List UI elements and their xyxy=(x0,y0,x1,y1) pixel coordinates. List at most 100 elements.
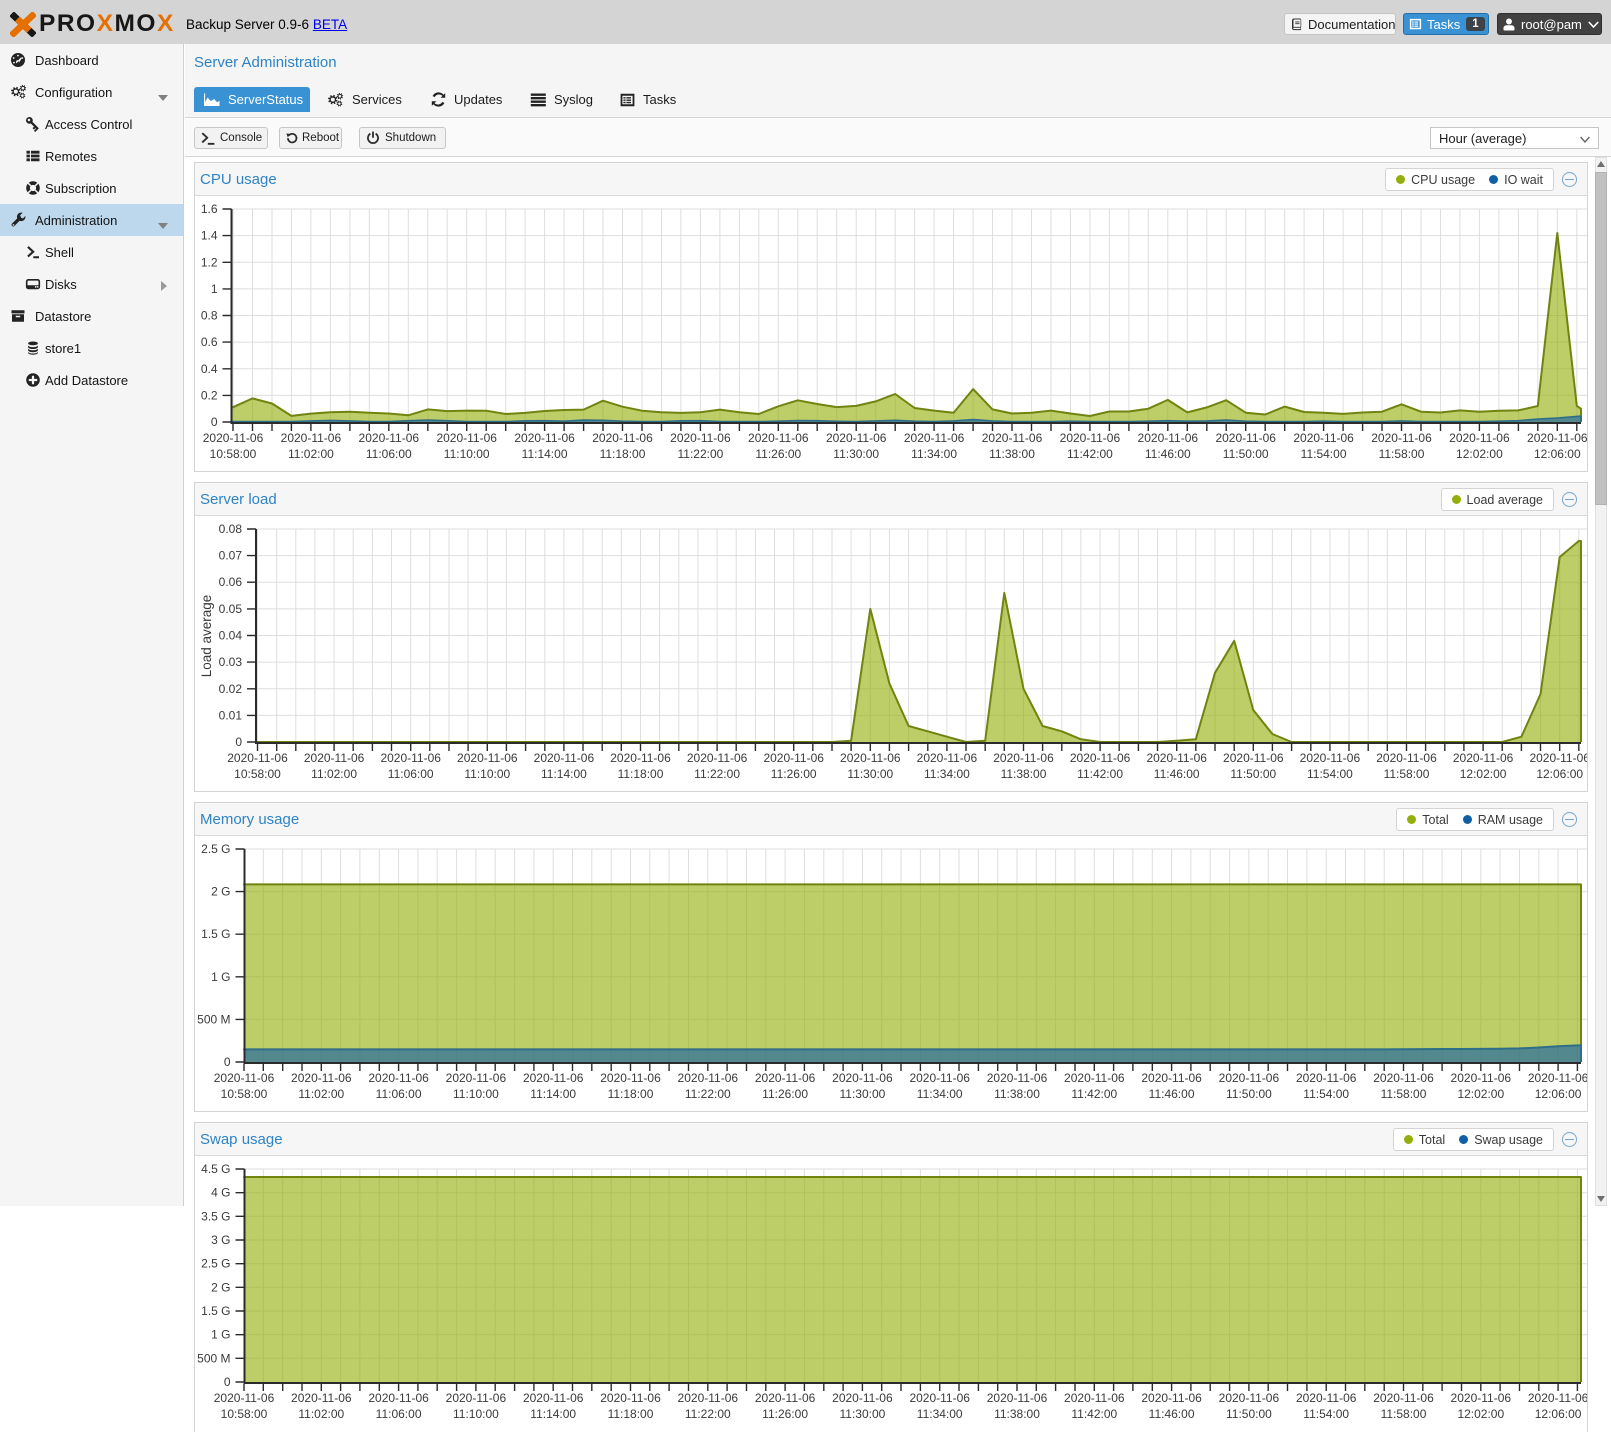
svg-text:2020-11-06: 2020-11-06 xyxy=(1449,431,1510,445)
svg-text:11:26:00: 11:26:00 xyxy=(771,767,817,781)
svg-text:1.6: 1.6 xyxy=(201,202,218,216)
svg-text:2020-11-06: 2020-11-06 xyxy=(291,1071,352,1085)
svg-text:Load average: Load average xyxy=(199,595,214,678)
svg-text:11:54:00: 11:54:00 xyxy=(1301,447,1347,461)
svg-text:2020-11-06: 2020-11-06 xyxy=(446,1391,507,1405)
svg-text:2020-11-06: 2020-11-06 xyxy=(600,1391,661,1405)
svg-text:1.4: 1.4 xyxy=(201,229,218,243)
svg-text:11:46:00: 11:46:00 xyxy=(1145,447,1191,461)
svg-text:3.5 G: 3.5 G xyxy=(201,1209,230,1223)
svg-text:11:18:00: 11:18:00 xyxy=(608,1407,654,1421)
svg-text:11:14:00: 11:14:00 xyxy=(530,1087,576,1101)
svg-text:1.5 G: 1.5 G xyxy=(201,1304,230,1318)
svg-text:2020-11-06: 2020-11-06 xyxy=(1215,431,1276,445)
svg-text:2020-11-06: 2020-11-06 xyxy=(1064,1071,1125,1085)
svg-text:11:06:00: 11:06:00 xyxy=(366,447,412,461)
svg-text:12:06:00: 12:06:00 xyxy=(1534,447,1581,461)
svg-text:2020-11-06: 2020-11-06 xyxy=(670,431,731,445)
svg-text:12:06:00: 12:06:00 xyxy=(1536,767,1583,781)
svg-text:1 G: 1 G xyxy=(211,1328,230,1342)
svg-text:0.03: 0.03 xyxy=(219,655,243,669)
svg-text:2020-11-06: 2020-11-06 xyxy=(1293,431,1354,445)
svg-text:12:02:00: 12:02:00 xyxy=(1456,447,1503,461)
svg-text:2020-11-06: 2020-11-06 xyxy=(1371,431,1432,445)
svg-text:2020-11-06: 2020-11-06 xyxy=(1453,751,1514,765)
svg-text:0: 0 xyxy=(224,1375,231,1389)
svg-text:11:38:00: 11:38:00 xyxy=(994,1087,1040,1101)
svg-text:11:34:00: 11:34:00 xyxy=(917,1407,963,1421)
svg-text:500 M: 500 M xyxy=(197,1012,230,1026)
svg-text:4 G: 4 G xyxy=(211,1186,230,1200)
svg-text:2020-11-06: 2020-11-06 xyxy=(514,431,575,445)
svg-text:2020-11-06: 2020-11-06 xyxy=(1141,1071,1202,1085)
svg-text:2020-11-06: 2020-11-06 xyxy=(909,1071,970,1085)
svg-text:2020-11-06: 2020-11-06 xyxy=(457,751,518,765)
svg-text:2020-11-06: 2020-11-06 xyxy=(304,751,365,765)
svg-text:11:34:00: 11:34:00 xyxy=(917,1087,963,1101)
svg-text:2020-11-06: 2020-11-06 xyxy=(1296,1071,1357,1085)
svg-text:11:38:00: 11:38:00 xyxy=(994,1407,1040,1421)
svg-text:11:14:00: 11:14:00 xyxy=(522,447,568,461)
svg-text:11:54:00: 11:54:00 xyxy=(1307,767,1353,781)
svg-text:11:26:00: 11:26:00 xyxy=(762,1407,808,1421)
svg-text:2020-11-06: 2020-11-06 xyxy=(987,1071,1048,1085)
svg-text:11:10:00: 11:10:00 xyxy=(453,1087,499,1101)
svg-text:2020-11-06: 2020-11-06 xyxy=(1141,1391,1202,1405)
svg-text:2020-11-06: 2020-11-06 xyxy=(523,1071,584,1085)
svg-text:2020-11-06: 2020-11-06 xyxy=(678,1391,739,1405)
svg-text:11:06:00: 11:06:00 xyxy=(376,1407,422,1421)
svg-text:11:50:00: 11:50:00 xyxy=(1226,1407,1272,1421)
svg-text:4.5 G: 4.5 G xyxy=(201,1162,230,1176)
svg-text:2020-11-06: 2020-11-06 xyxy=(610,751,671,765)
svg-text:2020-11-06: 2020-11-06 xyxy=(840,751,901,765)
svg-text:1 G: 1 G xyxy=(211,970,230,984)
svg-text:10:58:00: 10:58:00 xyxy=(234,767,281,781)
svg-text:2020-11-06: 2020-11-06 xyxy=(1529,751,1587,765)
svg-text:11:10:00: 11:10:00 xyxy=(444,447,490,461)
svg-text:2020-11-06: 2020-11-06 xyxy=(917,751,978,765)
svg-text:11:30:00: 11:30:00 xyxy=(847,767,893,781)
svg-text:11:18:00: 11:18:00 xyxy=(600,447,646,461)
svg-text:2020-11-06: 2020-11-06 xyxy=(523,1391,584,1405)
svg-text:2020-11-06: 2020-11-06 xyxy=(368,1391,429,1405)
svg-text:11:22:00: 11:22:00 xyxy=(685,1407,731,1421)
svg-text:2020-11-06: 2020-11-06 xyxy=(748,431,809,445)
svg-text:11:10:00: 11:10:00 xyxy=(453,1407,499,1421)
svg-text:2020-11-06: 2020-11-06 xyxy=(826,431,887,445)
svg-text:2020-11-06: 2020-11-06 xyxy=(904,431,965,445)
svg-text:12:06:00: 12:06:00 xyxy=(1535,1087,1582,1101)
svg-text:11:18:00: 11:18:00 xyxy=(618,767,664,781)
svg-text:2020-11-06: 2020-11-06 xyxy=(1219,1071,1280,1085)
svg-text:2020-11-06: 2020-11-06 xyxy=(832,1071,893,1085)
svg-text:11:02:00: 11:02:00 xyxy=(288,447,334,461)
svg-text:12:02:00: 12:02:00 xyxy=(1457,1407,1504,1421)
svg-text:500 M: 500 M xyxy=(197,1351,230,1365)
svg-text:2020-11-06: 2020-11-06 xyxy=(1219,1391,1280,1405)
svg-text:2020-11-06: 2020-11-06 xyxy=(1373,1391,1434,1405)
svg-text:1.2: 1.2 xyxy=(201,255,218,269)
svg-text:11:10:00: 11:10:00 xyxy=(464,767,510,781)
svg-text:2020-11-06: 2020-11-06 xyxy=(291,1391,352,1405)
svg-text:2020-11-06: 2020-11-06 xyxy=(1223,751,1284,765)
svg-text:2 G: 2 G xyxy=(211,885,230,899)
svg-text:11:46:00: 11:46:00 xyxy=(1149,1407,1195,1421)
svg-text:11:26:00: 11:26:00 xyxy=(755,447,801,461)
svg-text:2020-11-06: 2020-11-06 xyxy=(1296,1391,1357,1405)
svg-text:2.5 G: 2.5 G xyxy=(201,842,230,856)
svg-text:0.2: 0.2 xyxy=(201,388,218,402)
svg-text:11:02:00: 11:02:00 xyxy=(311,767,357,781)
svg-text:2020-11-06: 2020-11-06 xyxy=(214,1071,275,1085)
svg-text:12:02:00: 12:02:00 xyxy=(1457,1087,1504,1101)
svg-text:10:58:00: 10:58:00 xyxy=(221,1087,268,1101)
svg-text:11:34:00: 11:34:00 xyxy=(911,447,957,461)
svg-text:2020-11-06: 2020-11-06 xyxy=(436,431,497,445)
svg-text:11:58:00: 11:58:00 xyxy=(1381,1087,1427,1101)
svg-text:2020-11-06: 2020-11-06 xyxy=(203,431,264,445)
svg-text:3 G: 3 G xyxy=(211,1233,230,1247)
svg-text:0.05: 0.05 xyxy=(219,602,243,616)
svg-text:0.8: 0.8 xyxy=(201,309,218,323)
svg-text:11:38:00: 11:38:00 xyxy=(989,447,1035,461)
svg-text:2020-11-06: 2020-11-06 xyxy=(600,1071,661,1085)
svg-text:2020-11-06: 2020-11-06 xyxy=(281,431,342,445)
svg-text:0.06: 0.06 xyxy=(219,575,243,589)
